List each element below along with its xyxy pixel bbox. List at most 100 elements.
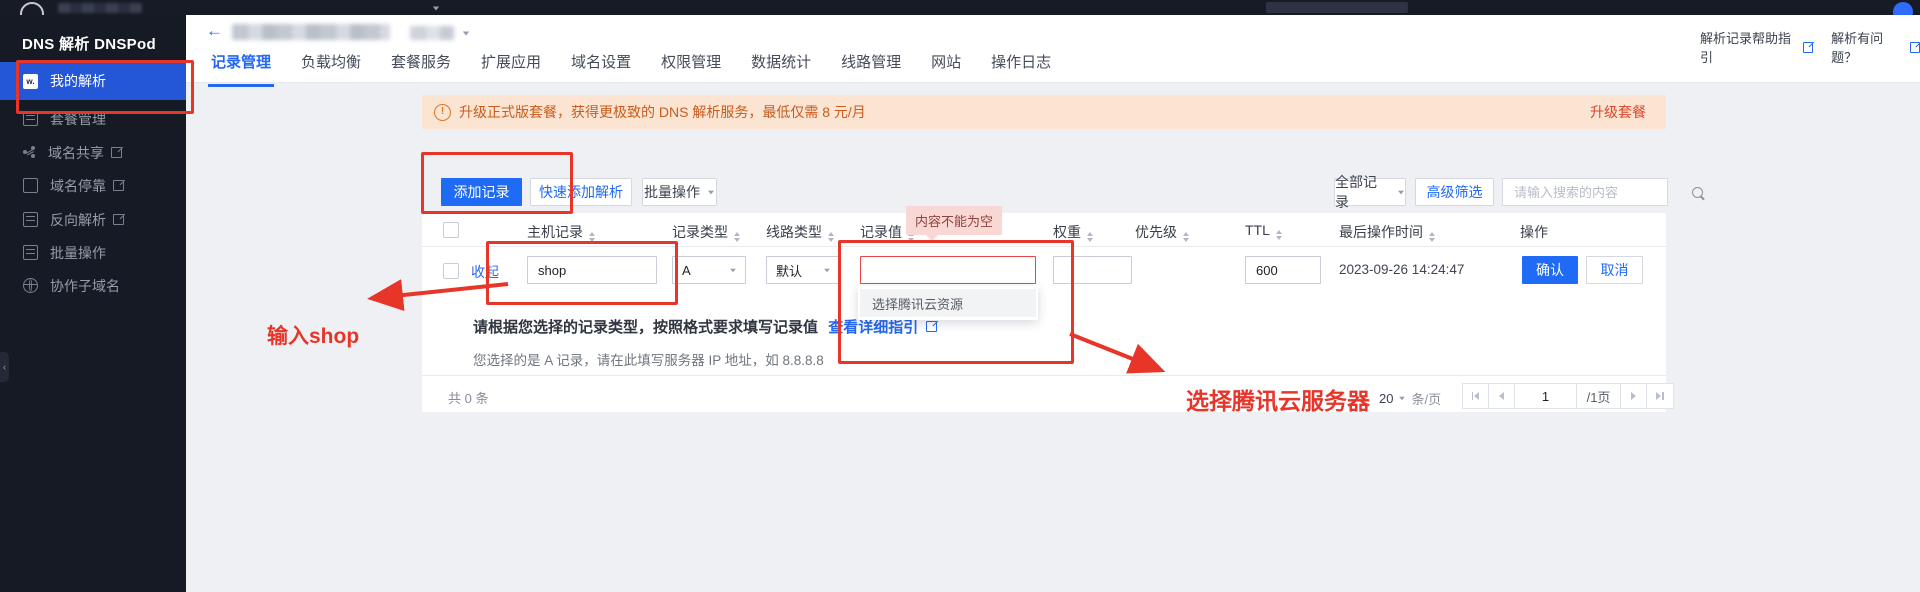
page-size-select[interactable]: 20 条/页: [1379, 389, 1441, 408]
sort-icon[interactable]: [1183, 232, 1189, 242]
column-header-weight[interactable]: 权重: [1053, 222, 1093, 242]
batch-icon: [23, 245, 38, 260]
tab-record-management[interactable]: 记录管理: [208, 51, 274, 87]
sort-icon[interactable]: [1276, 230, 1282, 240]
record-type-value: A: [682, 263, 691, 278]
sort-icon[interactable]: [828, 232, 834, 242]
sidebar-item-reverse-resolution[interactable]: 反向解析: [0, 203, 186, 236]
topnav-caret-icon[interactable]: [433, 7, 439, 11]
column-header-host[interactable]: 主机记录: [527, 222, 595, 242]
package-icon: [23, 111, 38, 126]
column-header-type[interactable]: 记录类型: [672, 222, 740, 242]
column-header-ttl[interactable]: TTL: [1245, 222, 1282, 240]
host-record-input[interactable]: [536, 262, 648, 279]
next-page-button[interactable]: [1621, 384, 1647, 408]
topbar-search-input[interactable]: [1266, 2, 1408, 13]
add-record-button[interactable]: 添加记录: [441, 178, 522, 206]
sort-icon[interactable]: [1429, 232, 1435, 242]
first-page-button[interactable]: [1463, 384, 1489, 408]
tab-load-balancing[interactable]: 负载均衡: [298, 51, 364, 87]
column-header-last-op-time[interactable]: 最后操作时间: [1339, 222, 1435, 242]
last-page-button[interactable]: [1647, 384, 1673, 408]
account-avatar[interactable]: [1893, 2, 1913, 15]
cancel-button[interactable]: 取消: [1586, 256, 1643, 284]
tab-package-service[interactable]: 套餐服务: [388, 51, 454, 87]
batch-operation-button[interactable]: 批量操作: [642, 178, 717, 206]
domain-switch-caret-icon[interactable]: [463, 32, 469, 36]
page-number-cell: [1515, 384, 1577, 408]
quick-add-button[interactable]: 快速添加解析: [530, 178, 632, 206]
sort-icon[interactable]: [1087, 232, 1093, 242]
help-question-link[interactable]: 解析有问题？: [1831, 28, 1904, 66]
sidebar-item-collab-subdomain[interactable]: 协作子域名: [0, 269, 186, 302]
select-tencent-resource-item[interactable]: 选择腾讯云资源: [860, 289, 1036, 317]
line-type-value: 默认: [776, 261, 802, 280]
tab-line-management[interactable]: 线路管理: [838, 51, 904, 87]
table-footer-divider: [422, 375, 1666, 376]
chevron-down-icon: [708, 190, 714, 194]
weight-input[interactable]: [1062, 262, 1123, 279]
tab-extended-apps[interactable]: 扩展应用: [478, 51, 544, 87]
tab-statistics[interactable]: 数据统计: [748, 51, 814, 87]
upgrade-package-link[interactable]: 升级套餐: [1590, 102, 1646, 122]
column-label: 主机记录: [527, 224, 583, 240]
sidebar-collapse-handle[interactable]: ‹: [0, 352, 9, 382]
chevron-down-icon: [730, 268, 736, 272]
sidebar-item-batch-operation[interactable]: 批量操作: [0, 236, 186, 269]
ttl-input-wrap: [1245, 256, 1321, 284]
tencent-cloud-logo-icon: [20, 2, 44, 15]
confirm-button[interactable]: 确认: [1522, 256, 1578, 284]
external-link-icon: [113, 214, 124, 225]
record-value-input-wrap: [860, 256, 1036, 284]
host-record-input-wrap: [527, 256, 657, 284]
back-arrow-icon[interactable]: ←: [206, 21, 223, 41]
sidebar-item-domain-sharing[interactable]: 域名共享: [0, 136, 186, 169]
sidebar-item-label: 反向解析: [50, 210, 106, 230]
sidebar-item-domain-parking[interactable]: 域名停靠: [0, 169, 186, 202]
prev-page-button[interactable]: [1489, 384, 1515, 408]
tencent-cloud-logo-text-blurred: [58, 3, 142, 13]
column-label: 线路类型: [766, 224, 822, 240]
column-label: 记录类型: [672, 224, 728, 240]
collapse-link[interactable]: 收起: [471, 262, 499, 282]
ttl-input[interactable]: [1254, 262, 1312, 279]
weight-input-wrap: [1053, 256, 1132, 284]
search-icon[interactable]: [1692, 187, 1703, 198]
column-label: 权重: [1053, 224, 1081, 240]
record-value-input[interactable]: [869, 262, 1027, 279]
external-link-icon: [1803, 42, 1813, 53]
column-header-priority[interactable]: 优先级: [1135, 222, 1189, 242]
select-all-checkbox[interactable]: [443, 222, 459, 238]
tab-domain-settings[interactable]: 域名设置: [568, 51, 634, 87]
sidebar-item-label: 批量操作: [50, 243, 106, 263]
record-filter-select[interactable]: 全部记录: [1334, 178, 1406, 206]
line-type-select[interactable]: 默认: [766, 256, 840, 284]
advanced-filter-button[interactable]: 高级筛选: [1415, 178, 1494, 206]
cloud-topbar: [0, 0, 1920, 15]
last-operation-time: 2023-09-26 14:24:47: [1339, 262, 1464, 277]
column-header-actions: 操作: [1520, 222, 1548, 242]
search-box[interactable]: [1502, 178, 1668, 206]
sidebar-item-label: 协作子域名: [50, 276, 120, 296]
sidebar-item-my-resolution[interactable]: w. 我的解析: [0, 62, 186, 100]
notice-text: 升级正式版套餐，获得更极致的 DNS 解析服务，最低仅需 8 元/月: [459, 102, 866, 122]
detail-guide-link[interactable]: 查看详细指引: [828, 319, 918, 336]
table-header-row: [422, 213, 1666, 247]
warning-icon: !: [434, 104, 451, 121]
sort-icon[interactable]: [734, 232, 740, 242]
column-header-line[interactable]: 线路类型: [766, 222, 834, 242]
help-guide-link[interactable]: 解析记录帮助指引: [1700, 28, 1797, 66]
record-type-select[interactable]: A: [672, 256, 746, 284]
sidebar-item-label: 我的解析: [50, 71, 106, 91]
sort-icon[interactable]: [589, 232, 595, 242]
tab-website[interactable]: 网站: [928, 51, 964, 87]
page-number-input[interactable]: [1515, 388, 1576, 405]
tab-operation-log[interactable]: 操作日志: [988, 51, 1054, 87]
search-input[interactable]: [1512, 184, 1692, 201]
domain-name-blurred: [232, 24, 390, 40]
sidebar-item-package-management[interactable]: 套餐管理: [0, 102, 186, 135]
tab-permission[interactable]: 权限管理: [658, 51, 724, 87]
row-checkbox[interactable]: [443, 263, 459, 279]
record-filter-label: 全部记录: [1335, 172, 1390, 212]
record-help-subtext: 您选择的是 A 记录，请在此填写服务器 IP 地址，如 8.8.8.8: [473, 349, 824, 369]
